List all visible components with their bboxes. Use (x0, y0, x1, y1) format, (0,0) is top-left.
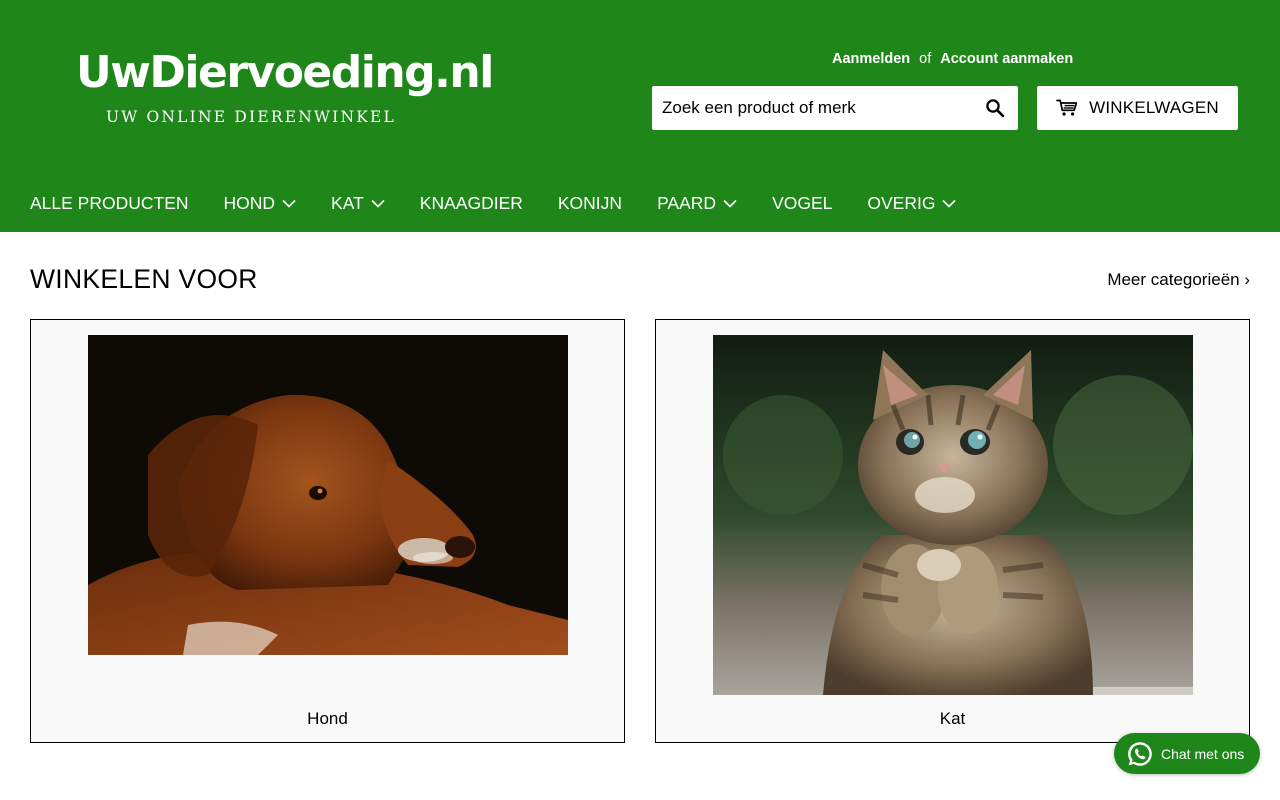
nav-item-label: KNAAGDIER (419, 192, 523, 213)
whatsapp-icon (1126, 740, 1154, 768)
chevron-down-icon (282, 199, 296, 208)
nav-item-dog[interactable]: HOND (224, 193, 297, 214)
search-icon (986, 99, 1005, 118)
search-bar (652, 86, 1018, 130)
nav-item-label: VOGEL (772, 192, 833, 213)
cart-icon (1056, 99, 1078, 116)
category-label: Hond (307, 709, 348, 728)
chevron-down-icon (371, 199, 385, 208)
cat-photo (713, 335, 1193, 695)
nav-item-rodent[interactable]: KNAAGDIER (420, 193, 523, 214)
category-card-cat[interactable]: Kat (655, 319, 1250, 743)
nav-item-label: KONIJN (557, 192, 623, 213)
cart-button[interactable]: WINKELWAGEN (1037, 86, 1238, 130)
category-card-dog[interactable]: Hond (30, 319, 625, 743)
more-categories-link[interactable]: Meer categorieën › (1107, 270, 1250, 290)
chevron-down-icon (942, 199, 957, 208)
chat-label: Chat met ons (1161, 745, 1245, 762)
nav-item-cat[interactable]: KAT (331, 193, 385, 214)
login-link[interactable]: Aanmelden (832, 51, 910, 67)
nav-item-label: KAT (331, 192, 364, 213)
nav-item-label: HOND (223, 192, 276, 213)
cart-label: WINKELWAGEN (1089, 98, 1219, 117)
section-title: WINKELEN VOOR (30, 264, 258, 294)
nav-item-bird[interactable]: VOGEL (772, 193, 832, 214)
dog-photo (88, 335, 568, 655)
nav-item-label: ALLE PRODUCTEN (30, 192, 189, 213)
search-button[interactable] (972, 86, 1018, 130)
nav-item-other[interactable]: OVERIG (867, 192, 957, 214)
account-links: Aanmelden of Account aanmaken (832, 50, 1073, 68)
main-navigation: ALLE PRODUCTEN HOND KAT KNAAGDIER KONIJN… (30, 190, 991, 216)
search-input[interactable] (652, 86, 972, 130)
account-separator: of (919, 51, 932, 67)
logo-wordmark: UwDiervoeding.nl (76, 47, 494, 98)
nav-item-horse[interactable]: PAARD (657, 193, 737, 214)
chat-button[interactable]: Chat met ons (1114, 733, 1260, 774)
register-link[interactable]: Account aanmaken (940, 51, 1073, 67)
nav-item-rabbit[interactable]: KONIJN (558, 193, 622, 214)
category-label: Kat (939, 709, 966, 728)
chevron-down-icon (723, 199, 737, 208)
nav-item-all-products[interactable]: ALLE PRODUCTEN (30, 193, 189, 214)
site-header: UwDiervoeding.nl UW ONLINE DIERENWINKEL … (0, 0, 1280, 232)
nav-item-label: OVERIG (867, 192, 936, 213)
site-logo[interactable]: UwDiervoeding.nl UW ONLINE DIERENWINKEL (76, 44, 494, 130)
logo-tagline: UW ONLINE DIERENWINKEL (105, 108, 397, 126)
nav-item-label: PAARD (657, 192, 717, 213)
